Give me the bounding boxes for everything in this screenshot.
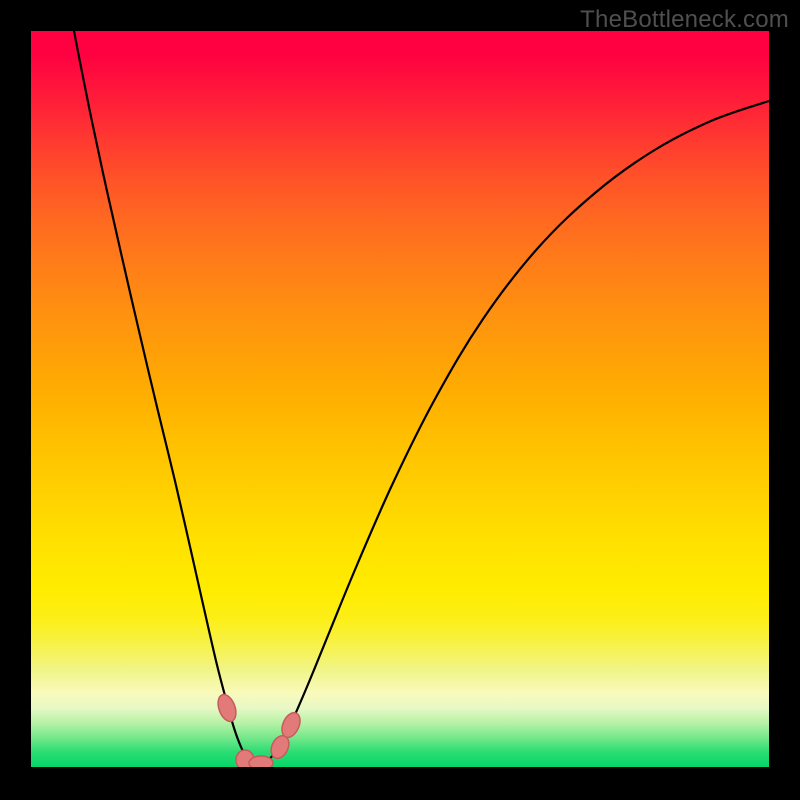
watermark-text: TheBottleneck.com: [580, 6, 789, 34]
curve-layer: [31, 31, 769, 767]
left-curve: [74, 31, 259, 765]
data-marker: [215, 692, 240, 724]
right-curve: [259, 101, 769, 765]
marker-group: [215, 692, 304, 767]
data-marker: [249, 756, 273, 767]
plot-area: [31, 31, 769, 767]
